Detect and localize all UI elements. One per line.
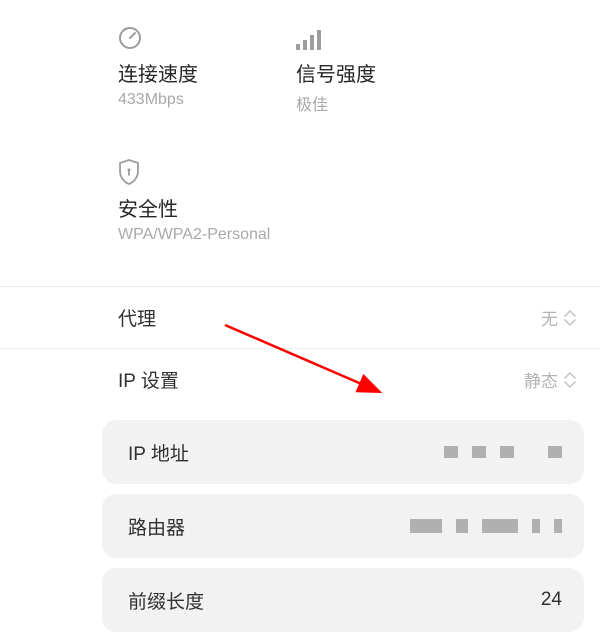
network-info-section: 连接速度 433Mbps 信号强度 极佳 安全性	[0, 0, 600, 244]
proxy-value-wrap: 无	[541, 305, 576, 330]
proxy-value: 无	[541, 305, 558, 330]
signal-value: 极佳	[296, 91, 474, 115]
ip-address-label: IP 地址	[128, 439, 189, 466]
ip-settings-value: 静态	[524, 367, 558, 392]
prefix-length-label: 前缀长度	[128, 587, 204, 614]
chevron-updown-icon	[564, 372, 576, 388]
ip-address-field[interactable]: IP 地址	[102, 420, 584, 484]
security-cell: 安全性 WPA/WPA2-Personal	[118, 157, 560, 244]
prefix-length-value: 24	[541, 589, 562, 611]
ip-config-cards: IP 地址 路由器 前缀长度 24	[0, 410, 600, 632]
proxy-label: 代理	[118, 304, 156, 331]
security-label: 安全性	[118, 193, 560, 222]
speed-cell: 连接速度 433Mbps	[118, 22, 296, 115]
router-label: 路由器	[128, 513, 185, 540]
shield-icon	[118, 157, 560, 185]
security-value: WPA/WPA2-Personal	[118, 226, 560, 244]
router-field[interactable]: 路由器	[102, 494, 584, 558]
router-value-redacted	[410, 519, 562, 533]
prefix-length-field[interactable]: 前缀长度 24	[102, 568, 584, 632]
chevron-updown-icon	[564, 310, 576, 326]
ip-settings-label: IP 设置	[118, 366, 179, 393]
settings-list: 代理 无 IP 设置 静态	[0, 286, 600, 410]
ip-settings-row[interactable]: IP 设置 静态	[0, 348, 600, 410]
speed-gauge-icon	[118, 22, 296, 50]
speed-value: 433Mbps	[118, 91, 296, 109]
speed-label: 连接速度	[118, 58, 296, 87]
signal-bars-icon	[296, 22, 474, 50]
proxy-row[interactable]: 代理 无	[0, 286, 600, 348]
info-row-1: 连接速度 433Mbps 信号强度 极佳	[118, 22, 560, 115]
ip-address-value-redacted	[444, 446, 562, 458]
signal-cell: 信号强度 极佳	[296, 22, 474, 115]
signal-label: 信号强度	[296, 58, 474, 87]
ip-settings-value-wrap: 静态	[524, 367, 576, 392]
